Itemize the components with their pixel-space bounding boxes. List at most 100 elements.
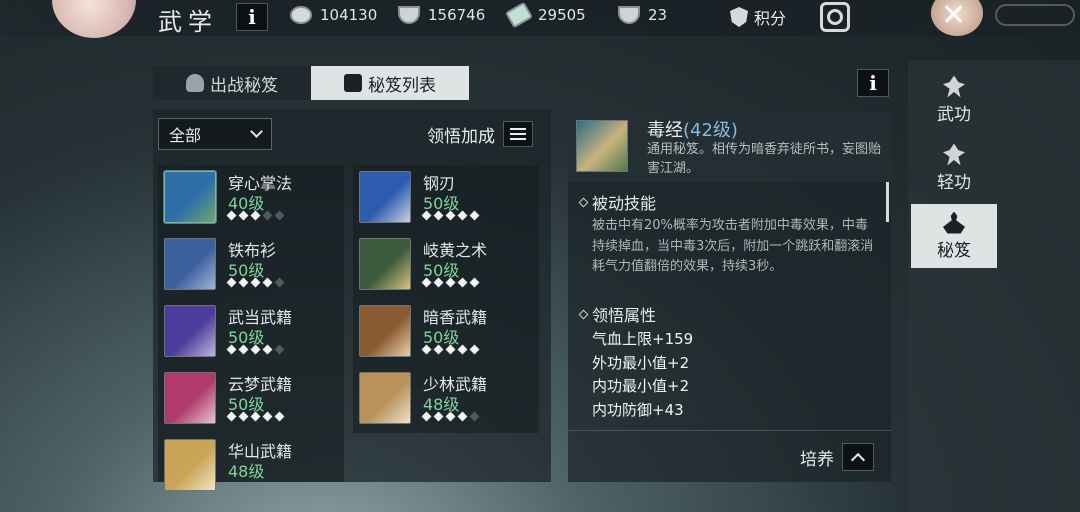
book-icon <box>164 305 216 357</box>
coin-icon <box>290 6 312 24</box>
nav-label: 武功 <box>937 104 971 125</box>
star-icon <box>433 210 444 221</box>
ingot-icon <box>398 6 420 24</box>
nav-lightness-skill[interactable]: 轻功 <box>911 136 997 200</box>
book-level: 48级 <box>423 395 460 414</box>
resource-ticket-value: 29505 <box>538 6 586 24</box>
resource-ingot: 156746 <box>398 6 485 24</box>
star-icon <box>445 411 456 422</box>
book-list-item[interactable]: 铁布衫 50级 <box>158 232 344 299</box>
star-icon <box>445 210 456 221</box>
book-list-item[interactable]: 暗香武籍 50级 <box>353 299 539 366</box>
resource-bowl-value: 23 <box>648 6 668 24</box>
detail-header: 毒经(42级) 通用秘笈。相传为暗香弃徒所书，妄图贻害江湖。 <box>568 112 891 182</box>
attr-item: 内功防御+43 <box>592 400 684 419</box>
upgrade-arrow-icon <box>842 443 874 471</box>
book-level: 50级 <box>228 328 265 347</box>
book-icon <box>344 74 362 92</box>
star-icon <box>433 344 444 355</box>
diamond-icon <box>578 309 589 319</box>
star-icon <box>238 344 249 355</box>
close-button[interactable]: ✕ <box>905 0 1005 38</box>
attr-section-title: 领悟属性 <box>578 302 657 326</box>
detail-name: 毒经 <box>647 120 683 141</box>
cultivate-label: 培养 <box>800 449 834 470</box>
book-level: 40级 <box>228 194 265 213</box>
list-icon[interactable] <box>503 121 533 147</box>
nav-secret-books[interactable]: 秘笈 <box>911 204 997 268</box>
detail-description: 通用秘笈。相传为暗香弃徒所书，妄图贻害江湖。 <box>647 142 882 176</box>
star-icon <box>433 411 444 422</box>
title-info-button[interactable]: i <box>236 3 268 31</box>
star-rating <box>421 277 480 288</box>
settings-icon[interactable] <box>820 2 850 32</box>
book-icon <box>164 372 216 424</box>
book-level: 50级 <box>423 328 460 347</box>
star-icon <box>250 411 261 422</box>
star-icon <box>469 277 480 288</box>
resource-coin: 104130 <box>290 6 377 24</box>
book-list-item[interactable]: 云梦武籍 50级 <box>158 366 344 433</box>
star-rating <box>226 411 285 422</box>
book-list-item[interactable]: 岐黄之术 50级 <box>353 232 539 299</box>
star-icon <box>226 344 237 355</box>
star-icon <box>421 277 432 288</box>
star-rating <box>226 344 285 355</box>
leap-icon <box>943 143 965 166</box>
tab-book-list[interactable]: 秘笈列表 <box>311 66 469 100</box>
star-icon <box>433 277 444 288</box>
star-icon <box>262 210 273 221</box>
tab-battle-books[interactable]: 出战秘笈 <box>153 66 311 100</box>
cultivate-button[interactable]: 培养 <box>800 443 874 471</box>
star-icon <box>421 210 432 221</box>
tab-battle-books-label: 出战秘笈 <box>210 75 278 96</box>
book-list-item[interactable]: 钢刃 50级 <box>353 165 539 232</box>
book-icon <box>359 372 411 424</box>
attr-item: 外功最小值+2 <box>592 353 690 372</box>
book-level: 48级 <box>228 462 265 481</box>
book-level: 50级 <box>228 395 265 414</box>
meditate-icon <box>943 211 965 234</box>
page-title: 武学 <box>158 8 218 36</box>
book-level: 50级 <box>228 261 265 280</box>
detail-level: (42级) <box>683 120 738 141</box>
detail-scrollbar[interactable] <box>886 182 889 222</box>
star-icon <box>274 210 285 221</box>
passive-title: 被动技能 <box>592 194 657 213</box>
book-icon <box>359 238 411 290</box>
book-icon <box>359 171 411 223</box>
points-label: 积分 <box>754 9 787 28</box>
nav-label: 秘笈 <box>937 240 971 261</box>
star-icon <box>250 277 261 288</box>
filter-dropdown[interactable]: 全部 <box>158 118 272 150</box>
nav-label: 轻功 <box>937 172 971 193</box>
detail-body[interactable]: 被动技能 被击中有20%概率为攻击者附加中毒效果，中毒持续掉血，当中毒3次后，附… <box>568 182 891 428</box>
star-icon <box>445 277 456 288</box>
panel-info-button[interactable]: i <box>857 69 889 97</box>
book-list-item[interactable]: 穿心掌法 40级 <box>158 165 344 232</box>
points-button[interactable]: 积分 <box>730 5 786 29</box>
bowl-icon <box>618 6 640 24</box>
star-icon <box>469 344 480 355</box>
nav-martial-arts[interactable]: 武功 <box>911 68 997 132</box>
star-icon <box>262 277 273 288</box>
star-icon <box>274 344 285 355</box>
book-column-left: 穿心掌法 40级 铁布衫 50级 武当武籍 50级 云梦武籍 50级 华山武籍 48级 <box>158 165 344 491</box>
passive-section-title: 被动技能 <box>578 190 657 214</box>
resource-ticket: 29505 <box>504 1 586 29</box>
scroll-book-icon <box>576 120 628 172</box>
star-icon <box>274 411 285 422</box>
attr-title: 领悟属性 <box>592 306 657 325</box>
star-rating <box>421 411 480 422</box>
star-rating <box>421 344 480 355</box>
chevron-down-icon <box>250 125 263 138</box>
book-list-item[interactable]: 少林武籍 48级 <box>353 366 539 433</box>
book-list-item[interactable]: 华山武籍 48级 <box>158 433 344 500</box>
star-icon <box>445 344 456 355</box>
resource-ingot-value: 156746 <box>428 6 486 24</box>
star-icon <box>421 411 432 422</box>
cloud-decoration <box>995 4 1075 26</box>
comprehension-bonus[interactable]: 领悟加成 <box>427 121 533 147</box>
book-list-item[interactable]: 武当武籍 50级 <box>158 299 344 366</box>
detail-title: 毒经(42级) <box>647 116 738 142</box>
